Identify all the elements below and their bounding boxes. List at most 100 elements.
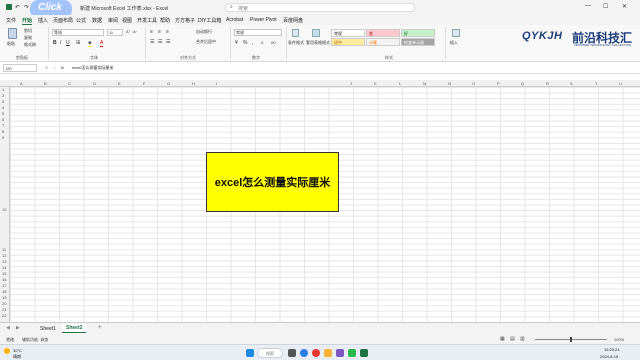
row-header[interactable]: 15 bbox=[2, 271, 6, 276]
cell-style-check[interactable]: 检查单元格 bbox=[401, 38, 435, 46]
explorer-icon[interactable] bbox=[324, 349, 332, 357]
number-format-select[interactable]: 常规 bbox=[234, 29, 282, 36]
windows-icon[interactable] bbox=[246, 349, 254, 357]
system-tray-date[interactable]: 2024-8-15 bbox=[600, 354, 618, 359]
column-header[interactable]: G bbox=[167, 81, 170, 86]
row-header[interactable]: 8 bbox=[2, 129, 4, 134]
align-middle-icon[interactable]: ≡ bbox=[158, 29, 161, 35]
row-header[interactable]: 1 bbox=[2, 87, 4, 92]
currency-icon[interactable]: ¥ bbox=[235, 40, 238, 46]
wrap-text-button[interactable]: 自动换行 bbox=[196, 29, 212, 35]
cell-style-good[interactable]: 好 bbox=[401, 29, 435, 37]
menu-item[interactable]: 方方格子 bbox=[175, 17, 195, 24]
highlighted-merged-cell[interactable]: excel怎么测量实际厘米 bbox=[206, 152, 339, 212]
menu-item[interactable]: 数据 bbox=[92, 17, 102, 24]
taskbar-search[interactable]: 搜索 bbox=[257, 348, 283, 358]
minimize-icon[interactable]: — bbox=[585, 3, 591, 9]
menu-item[interactable]: 审阅 bbox=[108, 17, 118, 24]
row-header[interactable]: 3 bbox=[2, 99, 4, 104]
column-header[interactable]: T bbox=[595, 81, 597, 86]
column-header[interactable]: A bbox=[20, 81, 23, 86]
menu-item[interactable]: 插入 bbox=[38, 17, 48, 24]
wechat-icon[interactable] bbox=[348, 349, 356, 357]
accessibility-status[interactable]: 辅助功能: 调查 bbox=[22, 337, 48, 343]
underline-icon[interactable]: U bbox=[66, 40, 70, 46]
system-tray-time[interactable]: 15:20:24 bbox=[604, 347, 620, 352]
table-format-button[interactable]: 套用表格格式 bbox=[306, 40, 330, 46]
table-format-icon[interactable] bbox=[312, 29, 320, 37]
excel-icon[interactable] bbox=[360, 349, 368, 357]
column-header[interactable]: E bbox=[118, 81, 121, 86]
row-header[interactable]: 4 bbox=[2, 105, 4, 110]
column-header[interactable]: H bbox=[192, 81, 195, 86]
insert-cells-icon[interactable] bbox=[452, 29, 460, 37]
column-header[interactable]: O bbox=[472, 81, 475, 86]
column-header[interactable]: J bbox=[350, 81, 352, 86]
row-header[interactable]: 20 bbox=[2, 301, 6, 306]
menu-item[interactable]: DIY工具箱 bbox=[198, 17, 221, 24]
decrease-decimal-icon[interactable]: .00 bbox=[270, 40, 276, 45]
row-header[interactable]: 5 bbox=[2, 111, 4, 116]
column-header[interactable]: L bbox=[399, 81, 401, 86]
cancel-icon[interactable]: ✕ bbox=[45, 65, 48, 70]
font-name-select[interactable]: 等线 bbox=[52, 29, 104, 36]
copy-button[interactable]: 复制 bbox=[24, 35, 32, 41]
font-color-icon[interactable]: A bbox=[100, 40, 104, 47]
prev-sheet-icon[interactable]: ◀ bbox=[6, 325, 10, 331]
fx-icon[interactable]: fx bbox=[61, 65, 64, 70]
formula-input[interactable]: excel怎么测量实际厘米 bbox=[72, 65, 113, 71]
redo-icon[interactable]: ↷ bbox=[24, 4, 29, 11]
row-header[interactable]: 17 bbox=[2, 283, 6, 288]
menu-item[interactable]: 公式 bbox=[76, 17, 86, 24]
row-header[interactable]: 13 bbox=[2, 259, 6, 264]
cell-style-bad[interactable]: 差 bbox=[366, 29, 400, 37]
column-header[interactable]: P bbox=[497, 81, 500, 86]
format-painter-button[interactable]: 格式刷 bbox=[24, 42, 36, 48]
page-break-icon[interactable]: ▥ bbox=[520, 336, 525, 342]
add-sheet-button[interactable]: + bbox=[98, 325, 102, 331]
menu-item[interactable]: 文件 bbox=[6, 17, 16, 24]
conditional-format-button[interactable]: 条件格式 bbox=[288, 40, 304, 46]
normal-view-icon[interactable]: ▦ bbox=[500, 336, 505, 342]
cut-button[interactable]: 剪切 bbox=[24, 28, 32, 34]
menu-item[interactable]: 视图 bbox=[122, 17, 132, 24]
row-header[interactable]: 6 bbox=[2, 117, 4, 122]
align-center-icon[interactable]: ☰ bbox=[158, 39, 162, 45]
cell-style-calculation[interactable]: 计算 bbox=[366, 38, 400, 46]
column-header[interactable]: B bbox=[44, 81, 47, 86]
row-header[interactable]: 14 bbox=[2, 265, 6, 270]
menu-item[interactable]: Acrobat bbox=[226, 17, 243, 23]
store-icon[interactable] bbox=[336, 349, 344, 357]
percent-icon[interactable]: % bbox=[243, 40, 247, 46]
page-layout-icon[interactable]: ▤ bbox=[510, 336, 515, 342]
align-right-icon[interactable]: ☰ bbox=[166, 39, 170, 45]
bold-icon[interactable]: B bbox=[53, 40, 57, 46]
name-box[interactable]: I20 bbox=[3, 64, 37, 72]
column-header[interactable]: I bbox=[216, 81, 217, 86]
column-header[interactable]: F bbox=[143, 81, 145, 86]
row-header[interactable]: 18 bbox=[2, 289, 6, 294]
row-header[interactable]: 7 bbox=[2, 123, 4, 128]
increase-decimal-icon[interactable]: .0 bbox=[260, 40, 263, 45]
menu-item-active[interactable]: 开始 bbox=[22, 17, 33, 25]
fill-color-icon[interactable]: ◈ bbox=[88, 40, 92, 47]
column-header[interactable]: C bbox=[68, 81, 71, 86]
cell-style-normal[interactable]: 常规 bbox=[331, 29, 365, 37]
sheet-tab-active[interactable]: Sheet2 bbox=[62, 324, 87, 333]
row-header[interactable]: 9 bbox=[2, 135, 4, 140]
maximize-icon[interactable]: ☐ bbox=[603, 3, 608, 10]
paste-icon[interactable] bbox=[8, 28, 17, 39]
save-icon[interactable] bbox=[6, 4, 12, 10]
align-left-icon[interactable]: ☰ bbox=[150, 39, 154, 45]
zoom-level[interactable]: 100% bbox=[614, 337, 624, 342]
undo-icon[interactable]: ↶ bbox=[15, 4, 20, 11]
cell-style-neutral[interactable]: 适中 bbox=[331, 38, 365, 46]
border-icon[interactable]: ⊞ bbox=[76, 40, 80, 46]
menu-item[interactable]: 百度网盘 bbox=[283, 17, 303, 24]
menu-item[interactable]: 页面布局 bbox=[53, 17, 73, 24]
edge-icon[interactable] bbox=[300, 349, 308, 357]
align-top-icon[interactable]: ≡ bbox=[150, 29, 153, 35]
paste-button[interactable]: 粘贴 bbox=[7, 41, 15, 47]
comma-icon[interactable]: , bbox=[252, 40, 253, 46]
conditional-format-icon[interactable] bbox=[292, 29, 299, 37]
